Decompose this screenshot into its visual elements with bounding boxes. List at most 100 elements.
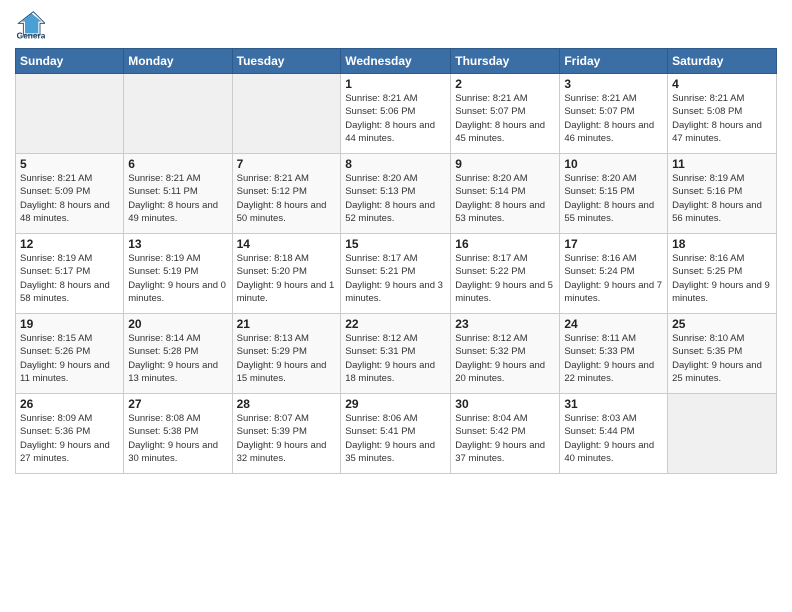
day-info: Sunrise: 8:21 AM Sunset: 5:08 PM Dayligh…: [672, 92, 772, 145]
calendar-cell: 23Sunrise: 8:12 AM Sunset: 5:32 PM Dayli…: [451, 314, 560, 394]
weekday-header-saturday: Saturday: [668, 49, 777, 74]
day-number: 30: [455, 397, 555, 411]
day-number: 18: [672, 237, 772, 251]
day-info: Sunrise: 8:10 AM Sunset: 5:35 PM Dayligh…: [672, 332, 772, 385]
day-number: 9: [455, 157, 555, 171]
calendar-cell: 30Sunrise: 8:04 AM Sunset: 5:42 PM Dayli…: [451, 394, 560, 474]
day-number: 15: [345, 237, 446, 251]
calendar-week-2: 5Sunrise: 8:21 AM Sunset: 5:09 PM Daylig…: [16, 154, 777, 234]
day-info: Sunrise: 8:17 AM Sunset: 5:21 PM Dayligh…: [345, 252, 446, 305]
calendar-cell: 11Sunrise: 8:19 AM Sunset: 5:16 PM Dayli…: [668, 154, 777, 234]
day-info: Sunrise: 8:12 AM Sunset: 5:32 PM Dayligh…: [455, 332, 555, 385]
weekday-header-wednesday: Wednesday: [341, 49, 451, 74]
day-info: Sunrise: 8:17 AM Sunset: 5:22 PM Dayligh…: [455, 252, 555, 305]
day-info: Sunrise: 8:11 AM Sunset: 5:33 PM Dayligh…: [564, 332, 663, 385]
day-number: 19: [20, 317, 119, 331]
day-info: Sunrise: 8:04 AM Sunset: 5:42 PM Dayligh…: [455, 412, 555, 465]
day-info: Sunrise: 8:06 AM Sunset: 5:41 PM Dayligh…: [345, 412, 446, 465]
day-number: 13: [128, 237, 227, 251]
day-number: 26: [20, 397, 119, 411]
calendar-cell: 25Sunrise: 8:10 AM Sunset: 5:35 PM Dayli…: [668, 314, 777, 394]
weekday-header-monday: Monday: [124, 49, 232, 74]
day-number: 21: [237, 317, 337, 331]
day-info: Sunrise: 8:19 AM Sunset: 5:16 PM Dayligh…: [672, 172, 772, 225]
calendar-cell: 19Sunrise: 8:15 AM Sunset: 5:26 PM Dayli…: [16, 314, 124, 394]
day-info: Sunrise: 8:21 AM Sunset: 5:07 PM Dayligh…: [564, 92, 663, 145]
calendar-cell: 9Sunrise: 8:20 AM Sunset: 5:14 PM Daylig…: [451, 154, 560, 234]
header: General Blue: [15, 10, 777, 40]
calendar-cell: 14Sunrise: 8:18 AM Sunset: 5:20 PM Dayli…: [232, 234, 341, 314]
day-info: Sunrise: 8:21 AM Sunset: 5:12 PM Dayligh…: [237, 172, 337, 225]
calendar-cell: [668, 394, 777, 474]
calendar-cell: 4Sunrise: 8:21 AM Sunset: 5:08 PM Daylig…: [668, 74, 777, 154]
day-info: Sunrise: 8:19 AM Sunset: 5:17 PM Dayligh…: [20, 252, 119, 305]
calendar-cell: 13Sunrise: 8:19 AM Sunset: 5:19 PM Dayli…: [124, 234, 232, 314]
calendar-cell: 5Sunrise: 8:21 AM Sunset: 5:09 PM Daylig…: [16, 154, 124, 234]
day-number: 31: [564, 397, 663, 411]
day-info: Sunrise: 8:20 AM Sunset: 5:14 PM Dayligh…: [455, 172, 555, 225]
day-number: 7: [237, 157, 337, 171]
day-number: 17: [564, 237, 663, 251]
weekday-header-tuesday: Tuesday: [232, 49, 341, 74]
day-number: 6: [128, 157, 227, 171]
day-number: 24: [564, 317, 663, 331]
calendar-cell: 20Sunrise: 8:14 AM Sunset: 5:28 PM Dayli…: [124, 314, 232, 394]
day-number: 2: [455, 77, 555, 91]
day-info: Sunrise: 8:16 AM Sunset: 5:24 PM Dayligh…: [564, 252, 663, 305]
svg-text:Blue: Blue: [17, 39, 35, 40]
calendar-week-1: 1Sunrise: 8:21 AM Sunset: 5:06 PM Daylig…: [16, 74, 777, 154]
day-info: Sunrise: 8:21 AM Sunset: 5:11 PM Dayligh…: [128, 172, 227, 225]
calendar-cell: 18Sunrise: 8:16 AM Sunset: 5:25 PM Dayli…: [668, 234, 777, 314]
day-info: Sunrise: 8:03 AM Sunset: 5:44 PM Dayligh…: [564, 412, 663, 465]
day-info: Sunrise: 8:21 AM Sunset: 5:09 PM Dayligh…: [20, 172, 119, 225]
logo: General Blue: [15, 10, 49, 40]
day-info: Sunrise: 8:08 AM Sunset: 5:38 PM Dayligh…: [128, 412, 227, 465]
calendar-week-5: 26Sunrise: 8:09 AM Sunset: 5:36 PM Dayli…: [16, 394, 777, 474]
calendar-cell: 28Sunrise: 8:07 AM Sunset: 5:39 PM Dayli…: [232, 394, 341, 474]
calendar-cell: 6Sunrise: 8:21 AM Sunset: 5:11 PM Daylig…: [124, 154, 232, 234]
calendar-cell: 31Sunrise: 8:03 AM Sunset: 5:44 PM Dayli…: [560, 394, 668, 474]
day-number: 25: [672, 317, 772, 331]
calendar-cell: 26Sunrise: 8:09 AM Sunset: 5:36 PM Dayli…: [16, 394, 124, 474]
day-info: Sunrise: 8:07 AM Sunset: 5:39 PM Dayligh…: [237, 412, 337, 465]
day-number: 3: [564, 77, 663, 91]
page: General Blue SundayMondayTuesdayWednesda…: [0, 0, 792, 612]
day-number: 16: [455, 237, 555, 251]
day-number: 12: [20, 237, 119, 251]
weekday-header-friday: Friday: [560, 49, 668, 74]
calendar-cell: 8Sunrise: 8:20 AM Sunset: 5:13 PM Daylig…: [341, 154, 451, 234]
calendar-cell: 3Sunrise: 8:21 AM Sunset: 5:07 PM Daylig…: [560, 74, 668, 154]
day-number: 11: [672, 157, 772, 171]
calendar-cell: [16, 74, 124, 154]
calendar-cell: 7Sunrise: 8:21 AM Sunset: 5:12 PM Daylig…: [232, 154, 341, 234]
day-info: Sunrise: 8:20 AM Sunset: 5:13 PM Dayligh…: [345, 172, 446, 225]
day-number: 29: [345, 397, 446, 411]
day-number: 23: [455, 317, 555, 331]
day-info: Sunrise: 8:21 AM Sunset: 5:07 PM Dayligh…: [455, 92, 555, 145]
day-info: Sunrise: 8:13 AM Sunset: 5:29 PM Dayligh…: [237, 332, 337, 385]
calendar-week-4: 19Sunrise: 8:15 AM Sunset: 5:26 PM Dayli…: [16, 314, 777, 394]
calendar-cell: 10Sunrise: 8:20 AM Sunset: 5:15 PM Dayli…: [560, 154, 668, 234]
day-number: 5: [20, 157, 119, 171]
day-info: Sunrise: 8:18 AM Sunset: 5:20 PM Dayligh…: [237, 252, 337, 305]
calendar-cell: 24Sunrise: 8:11 AM Sunset: 5:33 PM Dayli…: [560, 314, 668, 394]
day-info: Sunrise: 8:15 AM Sunset: 5:26 PM Dayligh…: [20, 332, 119, 385]
weekday-header-thursday: Thursday: [451, 49, 560, 74]
day-info: Sunrise: 8:16 AM Sunset: 5:25 PM Dayligh…: [672, 252, 772, 305]
day-number: 22: [345, 317, 446, 331]
calendar-cell: 27Sunrise: 8:08 AM Sunset: 5:38 PM Dayli…: [124, 394, 232, 474]
calendar-cell: 16Sunrise: 8:17 AM Sunset: 5:22 PM Dayli…: [451, 234, 560, 314]
calendar-cell: 17Sunrise: 8:16 AM Sunset: 5:24 PM Dayli…: [560, 234, 668, 314]
day-info: Sunrise: 8:19 AM Sunset: 5:19 PM Dayligh…: [128, 252, 227, 305]
calendar-cell: [124, 74, 232, 154]
calendar-cell: 29Sunrise: 8:06 AM Sunset: 5:41 PM Dayli…: [341, 394, 451, 474]
day-number: 28: [237, 397, 337, 411]
day-number: 10: [564, 157, 663, 171]
day-info: Sunrise: 8:12 AM Sunset: 5:31 PM Dayligh…: [345, 332, 446, 385]
day-info: Sunrise: 8:21 AM Sunset: 5:06 PM Dayligh…: [345, 92, 446, 145]
calendar-cell: [232, 74, 341, 154]
calendar-cell: 12Sunrise: 8:19 AM Sunset: 5:17 PM Dayli…: [16, 234, 124, 314]
logo-icon: General Blue: [15, 10, 45, 40]
calendar-cell: 2Sunrise: 8:21 AM Sunset: 5:07 PM Daylig…: [451, 74, 560, 154]
day-number: 20: [128, 317, 227, 331]
